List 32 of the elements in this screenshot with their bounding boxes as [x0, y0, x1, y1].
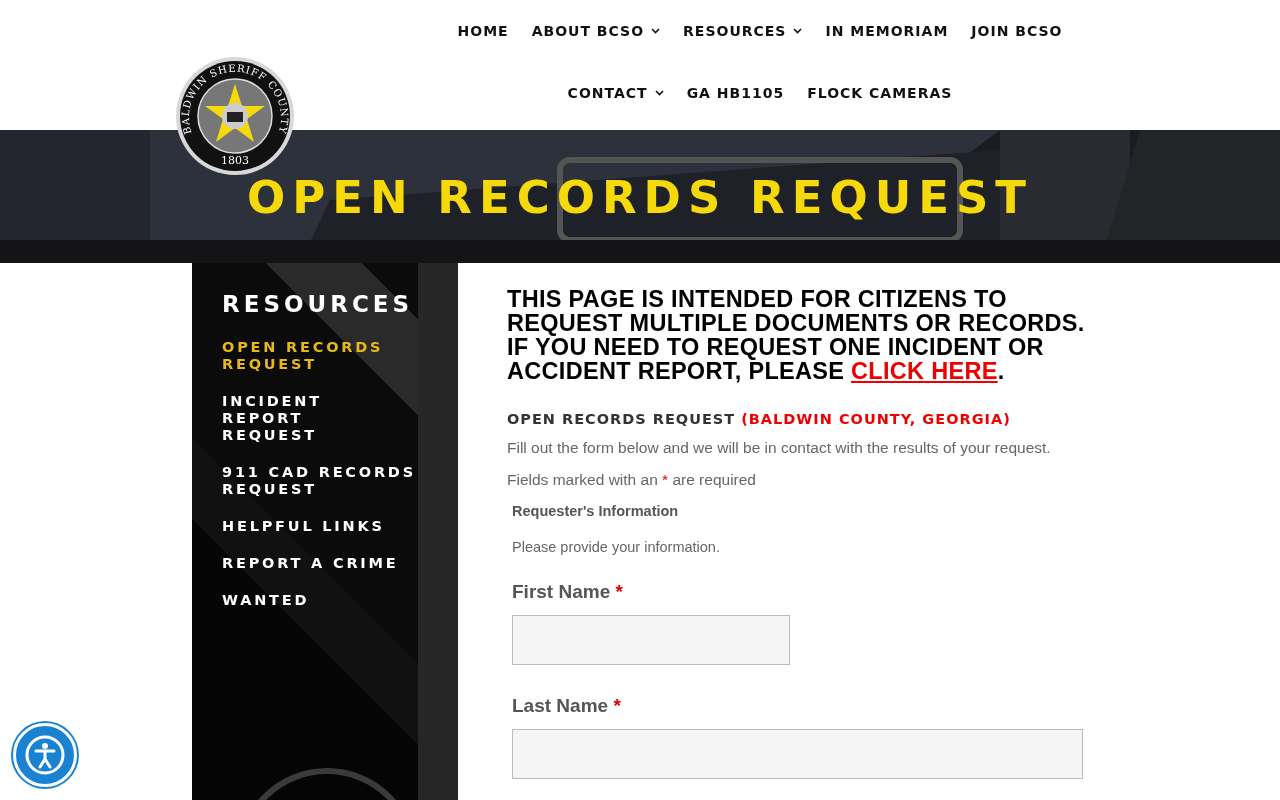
- field-label: Last Name *: [512, 695, 622, 717]
- caret-icon: [651, 28, 661, 34]
- nav-link[interactable]: RESOURCES: [683, 20, 803, 42]
- section-title: Requester's Information: [512, 503, 680, 519]
- required-note: Fields marked with an * are required: [507, 471, 757, 489]
- section-note: Please provide your information.: [512, 539, 721, 555]
- caret-icon: [793, 28, 803, 34]
- notice-heading: THIS PAGE IS INTENDED FOR CITIZENS TO REQUEST MULTIPLE DOCUMENTS OR RECORDS. IF YOU NEED TO REQUEST ONE INCIDENT OR ACCIDENT REPORT, PLEASE CLICK HERE.: [507, 287, 1085, 383]
- field-label: First Name *: [512, 581, 624, 603]
- accessibility-icon: [25, 735, 65, 775]
- text-input[interactable]: [512, 615, 790, 665]
- sidebar-link[interactable]: REPORT A CRIME: [222, 555, 399, 572]
- nav-link[interactable]: IN MEMORIAM: [825, 20, 949, 42]
- sidebar-link[interactable]: WANTED: [222, 592, 310, 609]
- sidebar-title: RESOURCES: [222, 291, 414, 317]
- sidebar-link[interactable]: HELPFUL LINKS: [222, 518, 385, 535]
- nav-link[interactable]: FLOCK CAMERAS: [807, 82, 953, 104]
- nav-link[interactable]: ABOUT BCSO: [531, 20, 661, 42]
- accessibility-button[interactable]: [13, 723, 77, 787]
- text-input[interactable]: [512, 729, 1083, 779]
- intro-text: Fill out the form below and we will be in contact with the results of your request.: [507, 439, 1052, 457]
- nav-link[interactable]: JOIN BCSO: [971, 20, 1063, 42]
- nav-link[interactable]: CONTACT: [567, 82, 664, 104]
- county-label: (BALDWIN COUNTY, GEORGIA): [741, 411, 1011, 427]
- sidebar-link[interactable]: OPEN RECORDS REQUEST: [222, 339, 437, 373]
- form-title: OPEN RECORDS REQUEST: [507, 411, 736, 427]
- sidebar-link[interactable]: 911 CAD RECORDS REQUEST: [222, 464, 437, 498]
- nav-link[interactable]: HOME: [457, 20, 509, 42]
- nav-link[interactable]: GA HB1105: [686, 82, 785, 104]
- click-here-link[interactable]: CLICK HERE: [851, 358, 998, 384]
- sidebar-link[interactable]: INCIDENT REPORT REQUEST: [222, 393, 342, 444]
- caret-icon: [654, 90, 664, 96]
